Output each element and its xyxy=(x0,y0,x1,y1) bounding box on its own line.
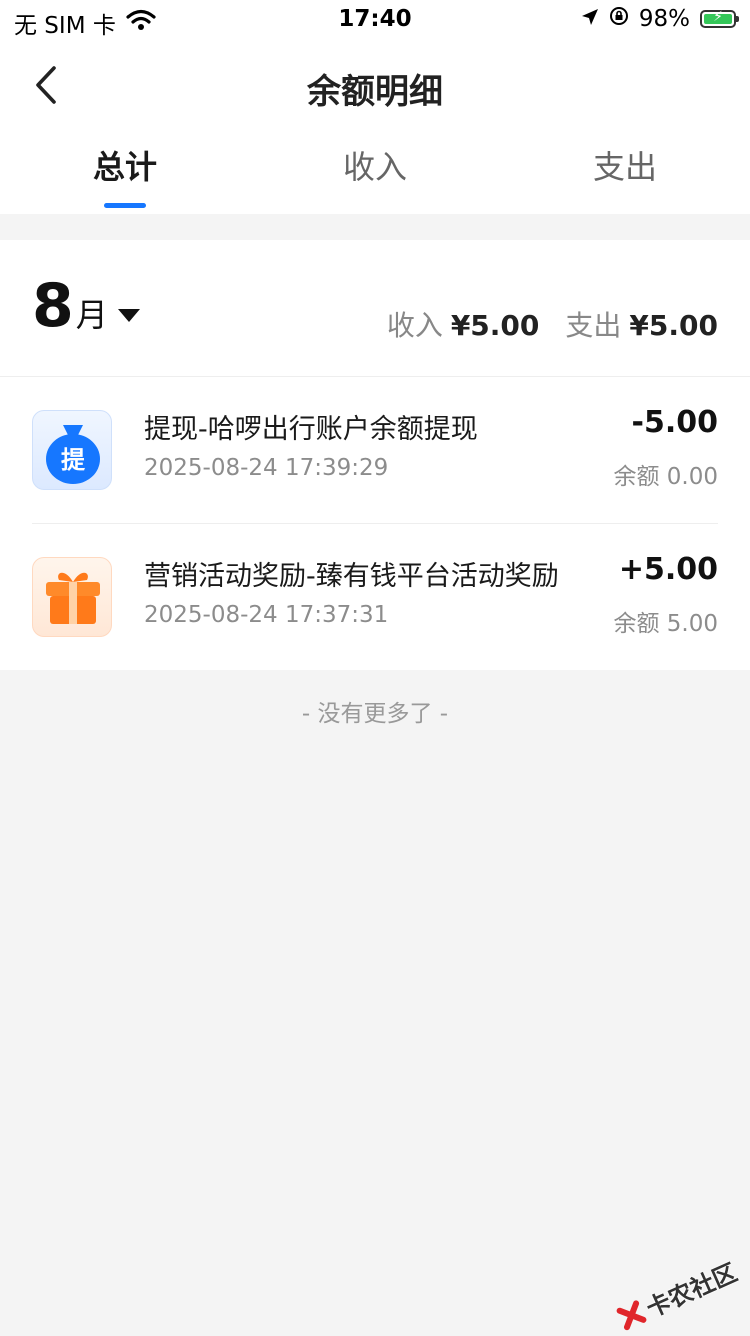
transaction-time: 2025-08-24 17:37:31 xyxy=(144,602,389,628)
top-area: 无 SIM 卡 17:40 98% ⚡ 余额明细 总计 收入 支出 xyxy=(0,0,750,214)
expense-total: 支出 ¥5.00 xyxy=(565,304,718,344)
tab-income[interactable]: 收入 xyxy=(250,130,500,214)
battery-percent: 98% xyxy=(638,6,690,32)
statement-card: 8 月 收入 ¥5.00 支出 ¥5.00 提 提现-哈啰出行账户余额提现 2025… xyxy=(0,240,750,670)
transaction-title: 提现-哈啰出行账户余额提现 xyxy=(144,414,478,445)
watermark-logo-icon xyxy=(616,1299,647,1330)
nav-header: 余额明细 xyxy=(0,40,750,130)
gift-icon xyxy=(32,557,112,637)
income-value: ¥5.00 xyxy=(450,309,540,342)
expense-label: 支出 xyxy=(565,309,622,342)
tab-expense[interactable]: 支出 xyxy=(500,130,750,214)
transaction-amount: -5.00 xyxy=(631,405,718,440)
watermark-text: 卡农社区 xyxy=(642,1258,742,1323)
transaction-balance: 余额 0.00 xyxy=(613,464,718,490)
income-total: 收入 ¥5.00 xyxy=(387,304,540,344)
month-unit: 月 xyxy=(75,296,108,334)
month-totals: 收入 ¥5.00 支出 ¥5.00 xyxy=(387,304,718,344)
section-gap xyxy=(0,214,750,240)
transaction-time: 2025-08-24 17:39:29 xyxy=(144,455,389,481)
svg-text:提: 提 xyxy=(61,446,86,474)
money-bag-icon: 提 xyxy=(32,410,112,490)
status-right: 98% ⚡ xyxy=(581,6,739,32)
month-summary: 8 月 收入 ¥5.00 支出 ¥5.00 xyxy=(0,240,750,377)
location-arrow-icon xyxy=(581,6,599,32)
tab-label: 总计 xyxy=(92,148,157,186)
month-number: 8 xyxy=(32,271,74,341)
caret-down-icon xyxy=(117,308,140,322)
transaction-balance: 余额 5.00 xyxy=(613,611,718,637)
no-more-label: - 没有更多了 - xyxy=(301,701,449,727)
transaction-amount: +5.00 xyxy=(618,552,718,587)
tab-bar: 总计 收入 支出 xyxy=(0,130,750,214)
tab-label: 收入 xyxy=(342,148,407,186)
status-bar: 无 SIM 卡 17:40 98% ⚡ xyxy=(0,0,750,40)
month-selector[interactable]: 8 月 xyxy=(32,276,140,336)
income-label: 收入 xyxy=(386,309,443,342)
transaction-title: 营销活动奖励-臻有钱平台活动奖励 xyxy=(144,561,559,592)
tab-label: 支出 xyxy=(592,148,657,186)
expense-value: ¥5.00 xyxy=(629,309,718,342)
tab-total[interactable]: 总计 xyxy=(0,130,250,214)
transaction-row[interactable]: 提 提现-哈啰出行账户余额提现 2025-08-24 17:39:29 -5.0… xyxy=(32,377,718,523)
page-title: 余额明细 xyxy=(307,72,443,112)
rotation-lock-icon xyxy=(609,6,629,32)
watermark: 卡农社区 xyxy=(612,1253,741,1336)
tab-indicator xyxy=(104,203,146,208)
battery-icon: ⚡ xyxy=(700,9,739,28)
transaction-row[interactable]: 营销活动奖励-臻有钱平台活动奖励 2025-08-24 17:37:31 +5.… xyxy=(32,523,718,670)
